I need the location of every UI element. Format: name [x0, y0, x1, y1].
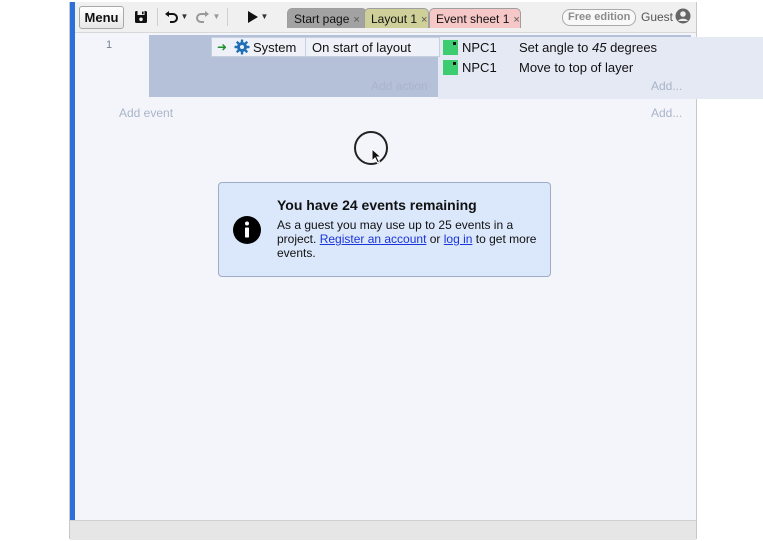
events-remaining-notice: You have 24 events remaining As a guest … — [218, 182, 551, 277]
tab-event-sheet-1[interactable]: Event sheet 1 × — [429, 8, 521, 28]
tab-layout-1[interactable]: Layout 1 × — [364, 8, 429, 28]
free-edition-badge[interactable]: Free edition — [562, 9, 637, 26]
divider — [305, 37, 306, 57]
add-action-link[interactable]: Add action — [371, 79, 428, 93]
tab-start-page[interactable]: Start page × — [287, 8, 367, 28]
status-bar — [70, 520, 696, 540]
event-block[interactable]: ➜ System On start of layout NPC1 Set ang… — [149, 35, 763, 99]
undo-icon — [164, 10, 178, 23]
action-text: Set angle to 45 degrees — [519, 40, 657, 55]
add-more-link[interactable]: Add... — [651, 106, 682, 120]
chevron-down-icon: ▼ — [212, 12, 221, 21]
register-account-link[interactable]: Register an account — [320, 232, 427, 246]
action-text-part: degrees — [606, 39, 658, 55]
sprite-icon — [443, 59, 458, 75]
condition-text: On start of layout — [312, 39, 411, 55]
tab-label: Layout 1 — [371, 12, 418, 26]
guest-label[interactable]: Guest — [641, 10, 673, 24]
notice-title: You have 24 events remaining — [277, 197, 477, 213]
close-icon[interactable]: × — [353, 14, 359, 26]
undo-button[interactable]: ▼ — [163, 6, 189, 27]
action-object: NPC1 — [462, 59, 497, 75]
play-icon — [247, 10, 258, 23]
save-button[interactable] — [130, 6, 152, 27]
mouse-pointer-icon — [371, 148, 383, 164]
event-number: 1 — [106, 39, 113, 51]
condition-row[interactable]: ➜ System On start of layout — [211, 37, 440, 57]
notice-body: As a guest you may use up to 25 events i… — [277, 218, 539, 260]
tab-label: Event sheet 1 — [436, 12, 510, 26]
floppy-disk-icon — [135, 10, 147, 23]
construct-editor-window: Menu ▼ ▼ ▼ Start page × Layout 1 × Event… — [69, 2, 763, 540]
toolbar-separator — [157, 8, 158, 26]
info-circle-icon — [233, 216, 261, 244]
toolbar-separator — [227, 8, 228, 26]
notice-text: or — [426, 232, 444, 246]
sprite-icon — [443, 39, 458, 55]
action-row[interactable]: NPC1 Set angle to 45 degrees — [438, 37, 763, 57]
redo-button[interactable]: ▼ — [195, 6, 221, 27]
action-row[interactable]: NPC1 Move to top of layer — [438, 57, 763, 77]
add-more-link[interactable]: Add... — [651, 79, 682, 93]
user-circle-icon[interactable] — [675, 8, 691, 24]
chevron-down-icon: ▼ — [260, 12, 269, 21]
action-text: Move to top of layer — [519, 59, 634, 75]
action-parameter[interactable]: 45 — [592, 40, 606, 55]
preview-button[interactable]: ▼ — [243, 6, 273, 27]
event-sheet-view: 1 ➜ System On start of layout NPC1 Set a… — [75, 33, 763, 520]
close-icon[interactable]: × — [421, 14, 427, 26]
login-link[interactable]: log in — [444, 232, 473, 246]
main-toolbar: Menu ▼ ▼ ▼ Start page × Layout 1 × Event… — [75, 2, 696, 33]
condition-object: System — [253, 39, 297, 55]
action-text-part: Set angle to — [519, 39, 592, 55]
add-event-link[interactable]: Add event — [119, 106, 173, 120]
close-icon[interactable]: × — [513, 14, 519, 26]
gear-icon — [234, 39, 250, 55]
chevron-down-icon: ▼ — [180, 12, 189, 21]
action-object: NPC1 — [462, 39, 497, 55]
redo-icon — [195, 10, 209, 23]
tab-label: Start page — [294, 12, 350, 26]
menu-button[interactable]: Menu — [79, 6, 124, 29]
trigger-arrow-icon: ➜ — [217, 40, 228, 54]
